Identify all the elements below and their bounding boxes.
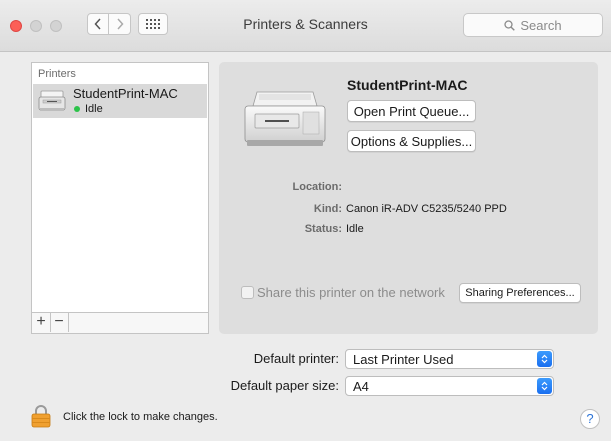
share-printer-checkbox[interactable] bbox=[241, 286, 254, 299]
printer-status: Idle bbox=[73, 103, 103, 115]
status-value: Idle bbox=[346, 223, 364, 235]
remove-printer-button[interactable]: − bbox=[50, 313, 69, 332]
lock-icon[interactable] bbox=[31, 404, 51, 428]
status-dot-icon bbox=[74, 106, 80, 112]
search-input[interactable]: Search bbox=[463, 13, 603, 37]
printer-detail-name: StudentPrint-MAC bbox=[347, 77, 468, 93]
default-printer-label: Default printer: bbox=[253, 351, 339, 366]
select-arrows-icon bbox=[537, 378, 552, 394]
location-label: Location: bbox=[292, 181, 343, 193]
status-label: Status: bbox=[304, 223, 342, 235]
printers-list-header: Printers bbox=[38, 68, 76, 80]
printer-name: StudentPrint-MAC bbox=[73, 86, 178, 101]
printers-scanners-window: Printers & Scanners Search Printers Stud… bbox=[0, 0, 611, 441]
open-print-queue-button[interactable]: Open Print Queue... bbox=[347, 100, 476, 122]
default-printer-value: Last Printer Used bbox=[353, 352, 454, 367]
search-icon bbox=[504, 19, 516, 31]
kind-label: Kind: bbox=[313, 203, 342, 215]
printer-detail-panel: StudentPrint-MAC Open Print Queue... Opt… bbox=[219, 62, 598, 334]
printers-list: Printers StudentPrint-MAC Idle + − bbox=[31, 62, 209, 334]
add-printer-button[interactable]: + bbox=[32, 313, 51, 332]
share-printer-label[interactable]: Share this printer on the network bbox=[257, 285, 445, 300]
title-bar: Printers & Scanners Search bbox=[0, 0, 611, 52]
printer-icon bbox=[38, 90, 66, 111]
kind-value: Canon iR-ADV C5235/5240 PPD bbox=[346, 203, 507, 215]
options-supplies-button[interactable]: Options & Supplies... bbox=[347, 130, 476, 152]
list-footer: + − bbox=[32, 312, 208, 333]
printer-list-item[interactable]: StudentPrint-MAC Idle bbox=[33, 84, 207, 118]
search-placeholder: Search bbox=[520, 17, 562, 33]
sharing-preferences-button[interactable]: Sharing Preferences... bbox=[459, 283, 581, 303]
default-paper-size-select[interactable]: A4 bbox=[345, 376, 554, 396]
printer-large-icon bbox=[244, 91, 326, 146]
default-paper-size-label: Default paper size: bbox=[230, 378, 339, 393]
lock-message: Click the lock to make changes. bbox=[63, 411, 218, 423]
select-arrows-icon bbox=[537, 351, 552, 367]
help-button[interactable]: ? bbox=[580, 409, 600, 429]
default-printer-select[interactable]: Last Printer Used bbox=[345, 349, 554, 369]
default-paper-size-value: A4 bbox=[353, 379, 369, 394]
printer-status-text: Idle bbox=[85, 103, 103, 115]
